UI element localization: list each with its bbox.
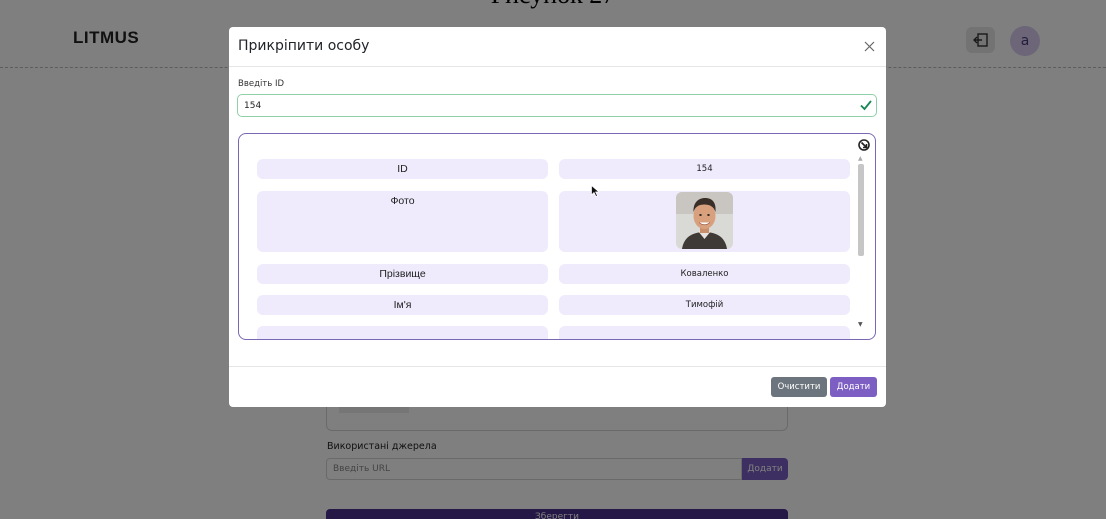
row-key-name: Ім'я [257,295,548,315]
row-key-id: ID [257,159,548,179]
id-field-label: Введіть ID [238,79,285,89]
mouse-cursor-icon [591,185,600,197]
scroll-thumb[interactable] [858,164,864,256]
person-details-panel: ID 154 Фото Прізвище Коваленко Ім'я Тимо… [238,133,876,340]
row-key-photo: Фото [257,191,548,252]
close-icon [864,41,874,51]
person-photo [676,192,733,249]
details-scrollbar[interactable]: ▲ ▼ [856,156,865,329]
reset-icon[interactable] [857,138,871,152]
close-button[interactable] [860,37,878,55]
add-button[interactable]: Додати [830,377,877,397]
id-input[interactable] [237,94,877,117]
scroll-down-arrow[interactable]: ▼ [858,322,863,328]
modal-footer: Очистити Додати [229,366,886,407]
row-key-partial [257,326,548,339]
row-value-id: 154 [559,159,850,179]
modal-title: Прикріпити особу [238,38,370,54]
row-value-surname: Коваленко [559,264,850,284]
row-key-surname: Прізвище [257,264,548,284]
attach-person-modal: Прикріпити особу Введіть ID ID 154 Фото [229,27,886,407]
modal-header: Прикріпити особу [229,27,886,67]
scroll-up-arrow[interactable]: ▲ [858,156,863,162]
row-value-name: Тимофій [559,295,850,315]
row-value-photo [559,191,850,252]
clear-button[interactable]: Очистити [771,377,827,397]
valid-check-icon [860,100,872,111]
row-value-partial [559,326,850,339]
